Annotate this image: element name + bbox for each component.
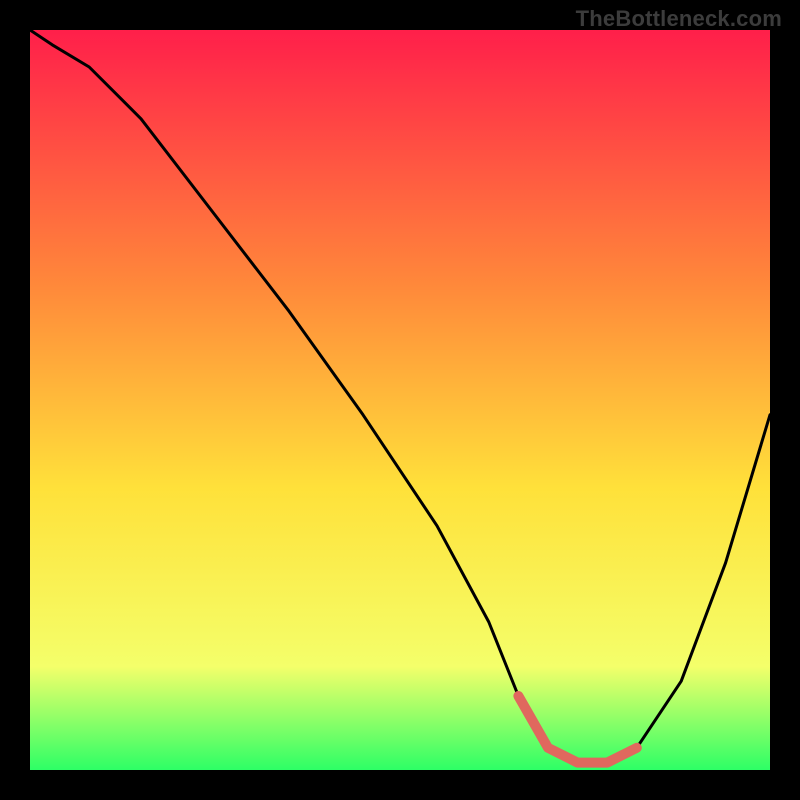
chart-frame: TheBottleneck.com [0, 0, 800, 800]
chart-svg [30, 30, 770, 770]
plot-area [30, 30, 770, 770]
watermark-text: TheBottleneck.com [576, 6, 782, 32]
gradient-background [30, 30, 770, 770]
